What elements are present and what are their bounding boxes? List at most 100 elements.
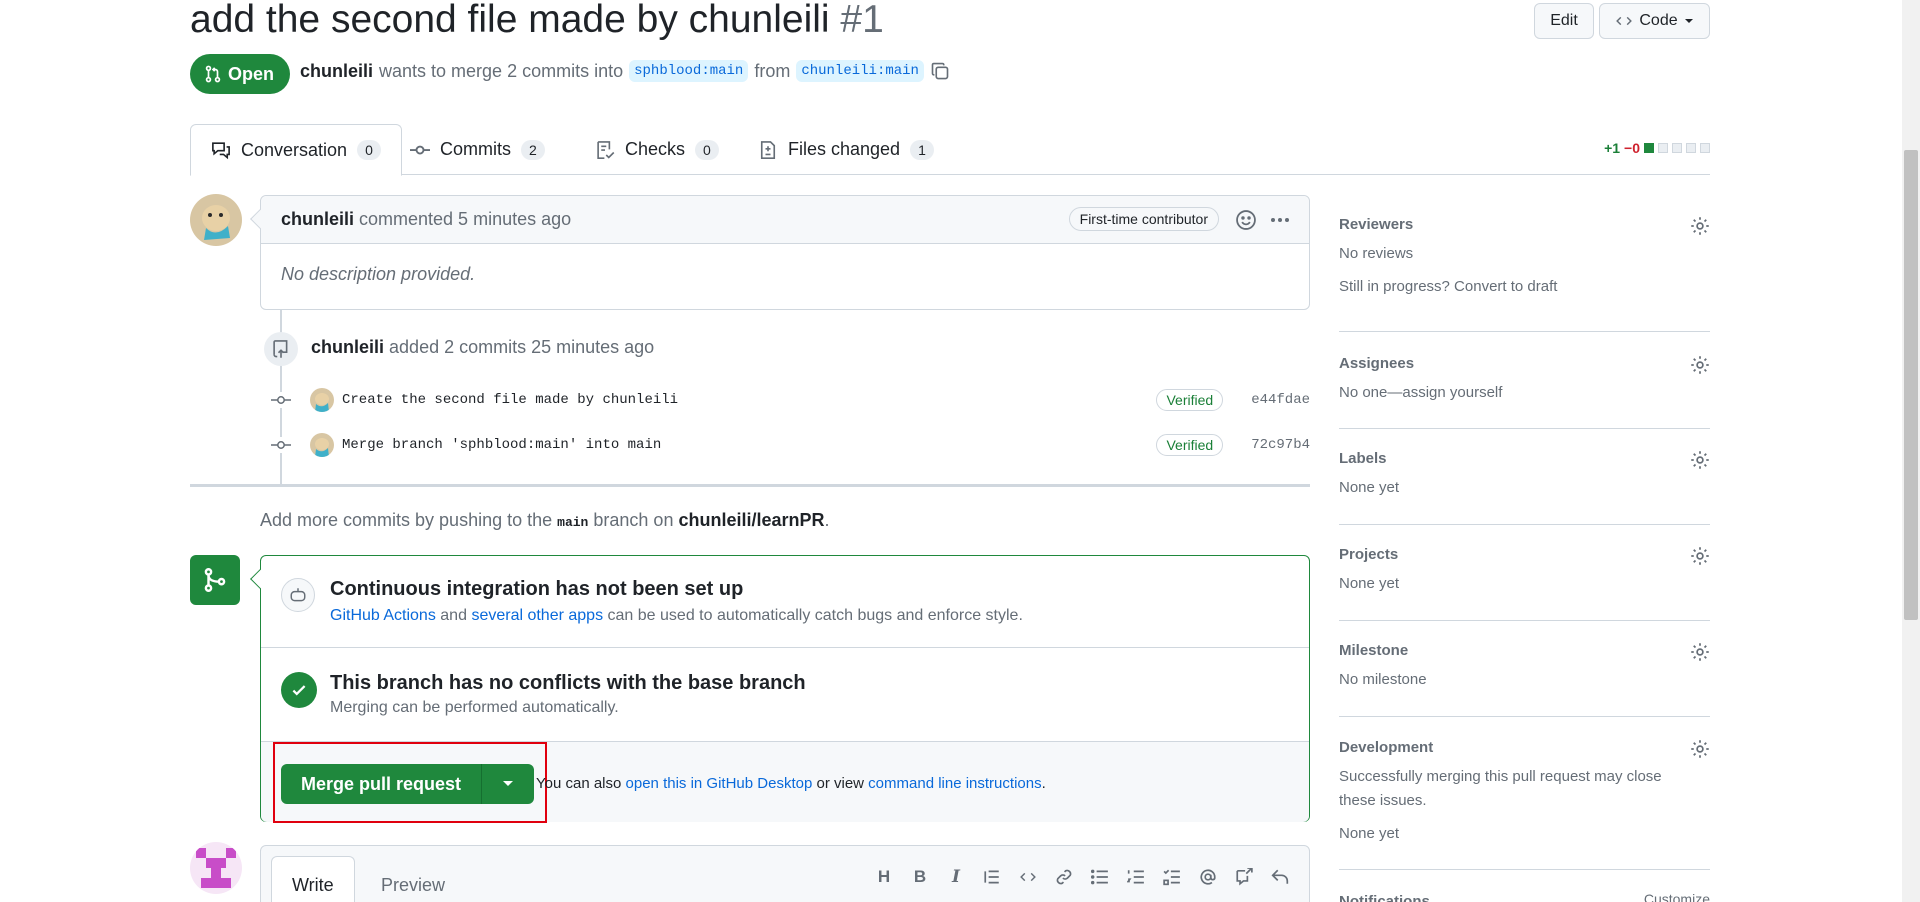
edit-button-label: Edit (1550, 12, 1578, 29)
comment-author-avatar[interactable] (190, 194, 242, 246)
code-icon[interactable] (1019, 868, 1037, 886)
verified-badge[interactable]: Verified (1156, 434, 1224, 456)
command-line-link[interactable]: command line instructions (868, 775, 1041, 792)
italic-icon[interactable]: I (947, 867, 965, 887)
ci-title: Continuous integration has not been set … (330, 578, 744, 600)
tab-conversation[interactable]: Conversation 0 (190, 124, 402, 176)
alt-prefix: You can also (536, 775, 622, 792)
tab-files-changed[interactable]: Files changed 1 (738, 124, 954, 175)
commit-row: Merge branch 'sphblood:main' into main V… (268, 429, 1310, 461)
quote-icon[interactable] (983, 868, 1001, 886)
base-branch[interactable]: sphblood:main (629, 60, 749, 82)
merge-method-dropdown[interactable] (482, 764, 534, 804)
code-icon (1615, 12, 1633, 30)
unordered-list-icon[interactable] (1091, 868, 1109, 886)
pr-tabs: Conversation 0 Commits 2 Checks 0 Files … (190, 124, 1710, 176)
mention-icon[interactable] (1199, 868, 1217, 886)
milestone-label[interactable]: Milestone (1339, 642, 1710, 659)
commit-message[interactable]: Merge branch 'sphblood:main' into main (342, 437, 1156, 453)
reviewers-label[interactable]: Reviewers (1339, 216, 1710, 233)
edit-button[interactable]: Edit (1534, 3, 1594, 39)
commit-author-avatar[interactable] (310, 388, 334, 412)
ci-rest: can be used to automatically catch bugs … (607, 607, 1023, 624)
milestone-value: No milestone (1339, 671, 1427, 688)
customize-notifications-link[interactable]: Customize (1644, 891, 1710, 902)
ordered-list-icon[interactable] (1127, 868, 1145, 886)
commit-author-avatar[interactable] (310, 433, 334, 457)
write-tab[interactable]: Write (271, 856, 355, 902)
labels-label[interactable]: Labels (1339, 450, 1710, 467)
tab-checks[interactable]: Checks 0 (575, 124, 739, 175)
commit-sha[interactable]: 72c97b4 (1251, 437, 1310, 453)
copy-icon[interactable] (930, 61, 950, 81)
git-commit-icon (268, 437, 294, 453)
development-value: None yet (1339, 825, 1400, 842)
smiley-icon[interactable] (1235, 209, 1257, 231)
add-more-commits-hint: Add more commits by pushing to the main … (260, 510, 830, 531)
pr-meta-text: wants to merge 2 commits into (379, 60, 624, 81)
head-branch[interactable]: chunleili:main (796, 60, 924, 82)
heading-icon[interactable]: H (875, 867, 893, 886)
scrollbar-thumb[interactable] (1904, 150, 1918, 620)
bold-icon[interactable]: B (911, 867, 929, 886)
other-apps-link[interactable]: several other apps (471, 607, 603, 624)
page-scrollbar[interactable] (1902, 0, 1920, 902)
first-time-contributor-badge: First-time contributor (1068, 207, 1219, 231)
assignees-value[interactable]: No one—assign yourself (1339, 381, 1710, 405)
conflict-section: This branch has no conflicts with the ba… (261, 648, 1309, 741)
github-actions-link[interactable]: GitHub Actions (330, 607, 436, 624)
sidebar-notifications: Notifications Customize (1339, 891, 1710, 902)
checklist-icon (595, 140, 615, 160)
pr-title: add the second file made by chunleili #1 (190, 0, 884, 42)
sidebar-reviewers: Reviewers No reviews Still in progress? … (1339, 216, 1710, 332)
assignees-label[interactable]: Assignees (1339, 355, 1710, 372)
merge-pull-request-button-group: Merge pull request (281, 764, 535, 804)
pr-author-link[interactable]: chunleili (300, 61, 373, 82)
tab-commits[interactable]: Commits 2 (390, 124, 565, 175)
github-desktop-link[interactable]: open this in GitHub Desktop (626, 775, 813, 792)
link-icon[interactable] (1055, 868, 1073, 886)
git-commit-icon (268, 392, 294, 408)
reply-icon[interactable] (1271, 868, 1289, 886)
task-list-icon[interactable] (1163, 868, 1181, 886)
current-user-avatar[interactable] (190, 842, 242, 894)
code-button[interactable]: Code (1599, 3, 1710, 39)
pr-description-comment: chunleili commented 5 minutes ago First-… (250, 195, 1310, 310)
comment-action[interactable]: commented 5 minutes ago (359, 209, 571, 230)
robot-icon (281, 578, 315, 612)
merge-pull-request-button[interactable]: Merge pull request (281, 764, 483, 804)
kebab-horizontal-icon[interactable] (1269, 210, 1291, 230)
git-commit-icon (410, 140, 430, 160)
comment-author-link[interactable]: chunleili (281, 209, 354, 230)
merge-footer: Merge pull request You can also open thi… (261, 741, 1309, 823)
pr-state-label: Open (228, 63, 275, 84)
verified-badge[interactable]: Verified (1156, 389, 1224, 411)
commits-event-author[interactable]: chunleili (311, 337, 384, 357)
gear-icon[interactable] (1690, 216, 1710, 236)
tab-conversation-label: Conversation (241, 139, 348, 160)
repo-link[interactable]: chunleili/learnPR (678, 510, 824, 530)
commit-message[interactable]: Create the second file made by chunleili (342, 392, 1156, 408)
convert-to-draft-text[interactable]: Still in progress? Convert to draft (1339, 275, 1710, 299)
gear-icon[interactable] (1690, 739, 1710, 759)
code-button-label: Code (1639, 12, 1678, 29)
commits-added-event: chunleili added 2 commits 25 minutes ago (311, 337, 654, 358)
tab-conversation-count: 0 (357, 140, 381, 160)
projects-label[interactable]: Projects (1339, 546, 1710, 563)
development-label[interactable]: Development (1339, 739, 1710, 756)
gear-icon[interactable] (1690, 546, 1710, 566)
comment-header: chunleili commented 5 minutes ago First-… (250, 196, 1309, 244)
cross-reference-icon[interactable] (1235, 868, 1253, 886)
add-more-middle: branch on (593, 510, 674, 530)
sidebar-development: Development Successfully merging this pu… (1339, 739, 1710, 870)
gear-icon[interactable] (1690, 355, 1710, 375)
alternative-merge-text: You can also open this in GitHub Desktop… (536, 775, 1046, 792)
sidebar-labels: Labels None yet (1339, 450, 1710, 525)
comment-discussion-icon (211, 140, 231, 160)
pull-request-icon (204, 65, 222, 83)
tab-checks-label: Checks (625, 139, 686, 159)
preview-tab[interactable]: Preview (361, 856, 465, 902)
gear-icon[interactable] (1690, 642, 1710, 662)
gear-icon[interactable] (1690, 450, 1710, 470)
commit-sha[interactable]: e44fdae (1251, 392, 1310, 408)
